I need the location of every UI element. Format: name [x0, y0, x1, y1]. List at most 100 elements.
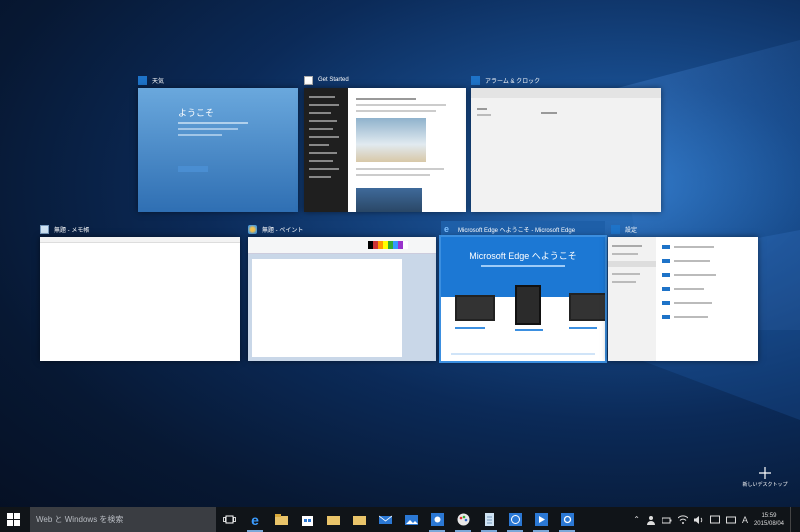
window-settings[interactable]: 設定 [608, 221, 758, 361]
folder-icon [326, 516, 340, 525]
window-thumbnail [608, 237, 758, 361]
window-title-bar: 無題 - ペイント [248, 221, 436, 237]
window-title-bar: 天気 [138, 72, 298, 88]
beach-image [356, 118, 426, 162]
notepad-icon [484, 513, 494, 526]
plus-icon [759, 467, 771, 479]
start-button[interactable] [0, 507, 26, 532]
network-icon[interactable] [677, 514, 688, 525]
taskbar-folder-2[interactable] [346, 507, 372, 532]
window-title: Get Started [318, 77, 349, 83]
taskbar-paint[interactable] [450, 507, 476, 532]
window-weather[interactable]: 天気 ようこそ [138, 72, 298, 212]
window-thumbnail [40, 237, 240, 361]
file-explorer-icon [274, 514, 288, 525]
laptop-image [455, 295, 495, 321]
color-palette [368, 241, 408, 249]
window-title-bar: 設定 [608, 221, 758, 237]
desktop-image [569, 293, 605, 321]
chevron-up-icon[interactable]: ⌃ [633, 515, 640, 524]
canvas [252, 259, 402, 357]
taskbar-store[interactable] [294, 507, 320, 532]
text-line [178, 122, 248, 124]
window-notepad[interactable]: 無題 - メモ帳 [40, 221, 240, 361]
window-thumbnail: Microsoft Edge へようこそ [439, 235, 607, 363]
taskbar-weather[interactable] [424, 507, 450, 532]
window-title: 天気 [152, 78, 165, 85]
window-title-bar: Get Started [304, 72, 466, 88]
taskbar-edge[interactable]: e [242, 507, 268, 532]
touch-keyboard-icon[interactable] [725, 515, 736, 525]
window-title: 無題 - ペイント [262, 227, 304, 234]
window-title-bar: e Microsoft Edge へようこそ - Microsoft Edge [441, 221, 605, 237]
system-tray: ⌃ A 15:59 2015/08/04 [633, 507, 800, 532]
edge-icon: e [251, 511, 259, 528]
new-desktop-button[interactable]: 新しいデスクトップ [734, 467, 796, 488]
weather-icon [430, 513, 444, 526]
window-thumbnail [304, 88, 466, 212]
text-line [178, 134, 222, 136]
clock-date: 2015/08/04 [753, 520, 784, 527]
clock[interactable]: 15:59 2015/08/04 [754, 512, 784, 528]
task-view-icon [222, 515, 236, 524]
tablet-image [515, 285, 541, 325]
window-edge[interactable]: e Microsoft Edge へようこそ - Microsoft Edge … [439, 221, 607, 363]
window-title: 設定 [625, 227, 638, 234]
start-button [178, 166, 208, 172]
notepad-app-icon [40, 224, 49, 234]
weather-welcome-heading: ようこそ [178, 108, 215, 118]
preview-image [356, 188, 422, 212]
settings-app-icon [611, 224, 620, 234]
get-started-app-icon [304, 75, 313, 85]
window-thumbnail [471, 88, 661, 212]
taskbar-notepad[interactable] [476, 507, 502, 532]
new-desktop-label: 新しいデスクトップ [742, 482, 788, 488]
taskbar-folder-1[interactable] [320, 507, 346, 532]
paint-app-icon [248, 224, 257, 234]
alarms-clock-app-icon [471, 75, 480, 85]
people-icon[interactable] [646, 515, 656, 525]
taskbar-alarms[interactable] [502, 507, 528, 532]
notification-center-icon[interactable] [709, 515, 720, 525]
ime-indicator[interactable]: A [742, 515, 748, 525]
taskbar-photos[interactable] [398, 507, 424, 532]
edge-app-icon: e [444, 223, 450, 234]
taskbar: Web と Windows を検索 e ⌃ A 15:59 2015/08/04 [0, 507, 800, 532]
clock-time: 15:59 [761, 512, 777, 519]
search-box[interactable]: Web と Windows を検索 [30, 507, 216, 532]
photos-icon [404, 515, 418, 525]
folder-icon [352, 516, 366, 525]
window-paint[interactable]: 無題 - ペイント [248, 221, 436, 361]
show-desktop-button[interactable] [790, 507, 794, 532]
weather-app-icon [138, 75, 147, 85]
text-line [178, 128, 238, 130]
window-title: Microsoft Edge へようこそ - Microsoft Edge [458, 227, 576, 234]
edge-welcome-heading: Microsoft Edge へようこそ [469, 251, 577, 261]
get-started-icon [534, 513, 548, 526]
window-alarms-clock[interactable]: アラーム & クロック [471, 72, 661, 212]
alarms-icon [508, 513, 522, 526]
ribbon [248, 237, 436, 254]
search-placeholder: Web と Windows を検索 [36, 515, 124, 524]
nav-pane [304, 88, 348, 212]
taskbar-file-explorer[interactable] [268, 507, 294, 532]
settings-icon [560, 513, 574, 526]
store-icon [301, 516, 313, 526]
window-title: 無題 - メモ帳 [54, 227, 90, 234]
taskbar-mail[interactable] [372, 507, 398, 532]
window-get-started[interactable]: Get Started [304, 72, 466, 212]
battery-icon[interactable] [661, 515, 672, 525]
window-title: アラーム & クロック [485, 78, 541, 85]
windows-start-icon [6, 513, 20, 526]
taskbar-get-started[interactable] [528, 507, 554, 532]
window-thumbnail [248, 237, 436, 361]
mail-icon [378, 515, 392, 524]
task-view: 天気 ようこそ Get Started アラーム & クロック 無題 - メモ帳… [0, 0, 800, 507]
task-view-button[interactable] [216, 507, 242, 532]
paint-icon [457, 513, 469, 526]
volume-icon[interactable] [693, 515, 704, 525]
window-title-bar: アラーム & クロック [471, 72, 661, 88]
window-thumbnail: ようこそ [138, 88, 298, 212]
window-title-bar: 無題 - メモ帳 [40, 221, 240, 237]
taskbar-settings[interactable] [554, 507, 580, 532]
